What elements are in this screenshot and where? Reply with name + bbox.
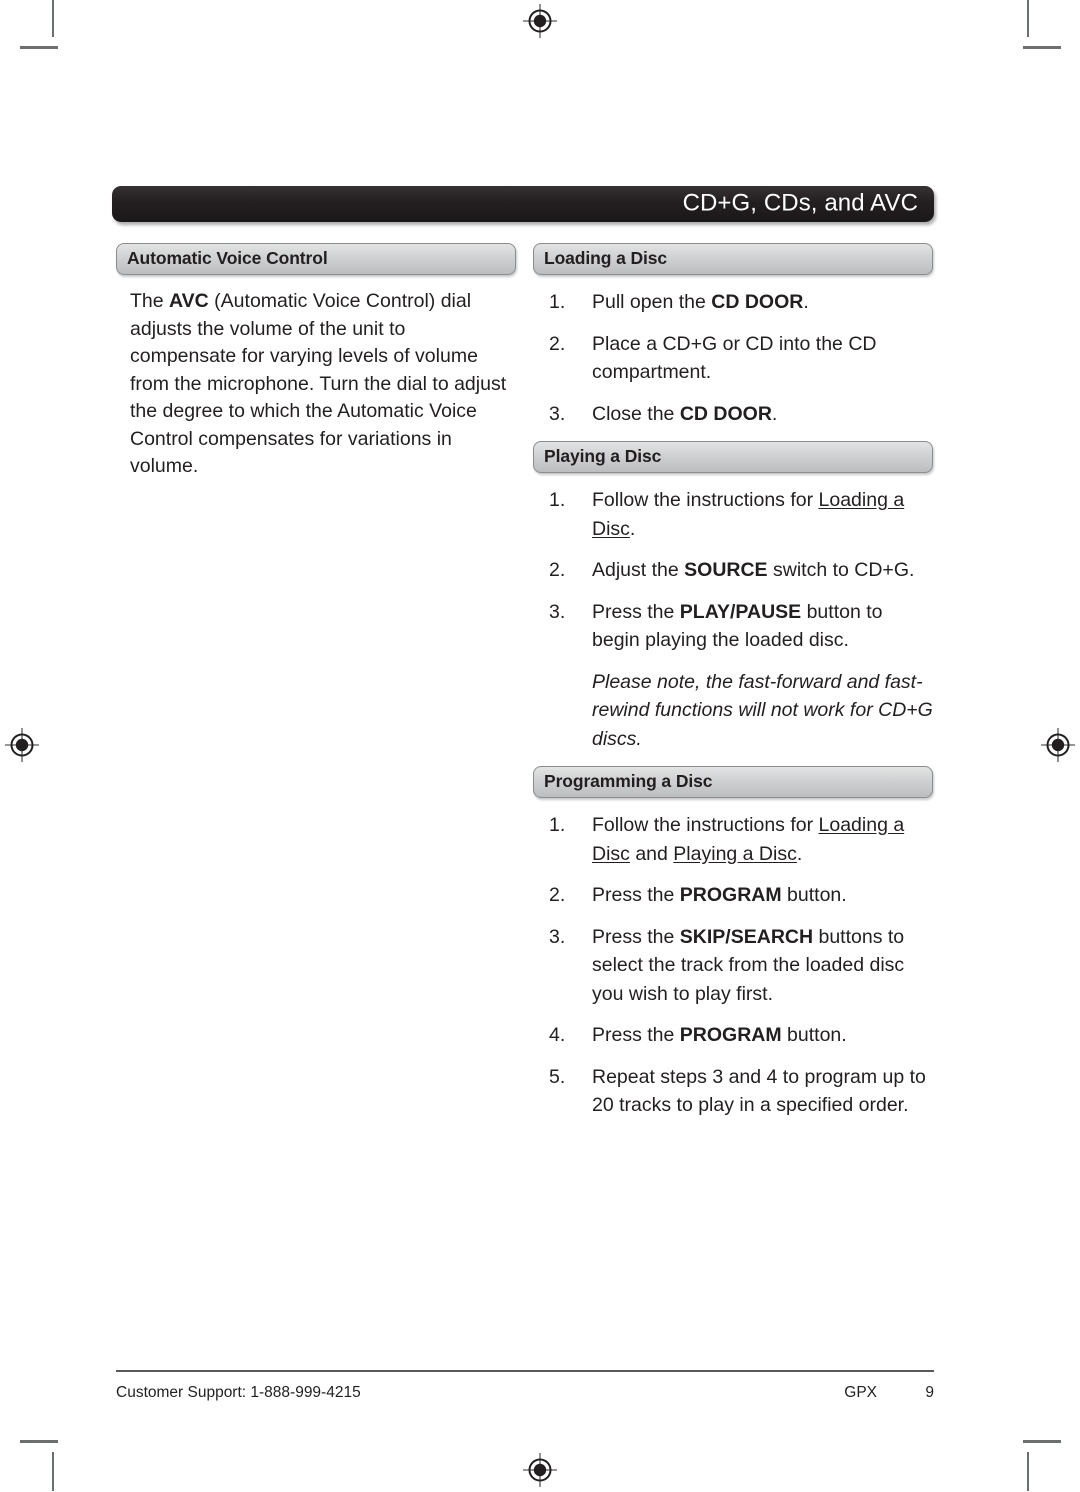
crop-mark-bottom-left-vertical bbox=[52, 1452, 54, 1491]
paragraph-automatic-voice-control: The AVC (Automatic Voice Control) dial a… bbox=[130, 290, 507, 477]
step-number: 3. bbox=[549, 925, 566, 948]
list-item: 1. Follow the instructions for Loading a… bbox=[533, 486, 933, 543]
step-number: 2. bbox=[549, 884, 566, 906]
section-header-label: Playing a Disc bbox=[544, 445, 662, 466]
list-item: 3. Press the PLAY/PAUSE button to begin … bbox=[533, 598, 933, 655]
list-item: 1. Follow the instructions for Loading a… bbox=[533, 811, 933, 868]
left-column: Automatic Voice Control The AVC (Automat… bbox=[116, 243, 516, 491]
footer-rule bbox=[116, 1370, 934, 1372]
crop-mark-top-left-horizontal bbox=[20, 46, 58, 49]
registration-mark-top-center bbox=[523, 4, 557, 38]
step-number: 4. bbox=[549, 1024, 566, 1046]
crop-mark-bottom-right-vertical bbox=[1027, 1452, 1029, 1491]
list-item: 5. Repeat steps 3 and 4 to program up to… bbox=[533, 1063, 933, 1120]
step-text: Follow the instructions for Loading a Di… bbox=[592, 814, 905, 865]
brand-label: GPX bbox=[844, 1384, 877, 1401]
registration-mark-right-middle bbox=[1041, 728, 1075, 762]
crop-mark-top-right-horizontal bbox=[1023, 46, 1061, 49]
registration-mark-bottom-center bbox=[523, 1453, 557, 1487]
crop-mark-bottom-left-horizontal bbox=[20, 1440, 58, 1443]
step-number: 5. bbox=[549, 1065, 566, 1088]
step-number: 1. bbox=[549, 489, 566, 511]
crop-mark-top-left-vertical bbox=[52, 0, 54, 37]
list-item: 4. Press the PROGRAM button. bbox=[533, 1021, 933, 1050]
list-item: 3. Close the CD DOOR. bbox=[533, 400, 933, 429]
step-list-loading-a-disc: 1. Pull open the CD DOOR. 2. Place a CD+… bbox=[533, 288, 933, 428]
section-header-label: Loading a Disc bbox=[544, 247, 668, 268]
step-text: Repeat steps 3 and 4 to program up to 20… bbox=[592, 1065, 926, 1117]
section-header-label: Automatic Voice Control bbox=[127, 247, 328, 268]
list-item: 1. Pull open the CD DOOR. bbox=[533, 288, 933, 317]
list-item: 2. Adjust the SOURCE switch to CD+G. bbox=[533, 556, 933, 585]
customer-support-text: Customer Support: 1-888-999-4215 bbox=[116, 1384, 361, 1401]
list-item: 3. Press the SKIP/SEARCH buttons to sele… bbox=[533, 923, 933, 1009]
list-item: 2. Place a CD+G or CD into the CD compar… bbox=[533, 330, 933, 387]
note-playing-a-disc: Please note, the fast-forward and fast-r… bbox=[592, 670, 933, 750]
section-header-programming-a-disc: Programming a Disc bbox=[533, 766, 933, 798]
step-list-programming-a-disc: 1. Follow the instructions for Loading a… bbox=[533, 811, 933, 1120]
list-item: 2. Press the PROGRAM button. bbox=[533, 881, 933, 910]
step-text: Place a CD+G or CD into the CD compartme… bbox=[592, 332, 877, 384]
section-header-loading-a-disc: Loading a Disc bbox=[533, 243, 933, 275]
step-list-playing-a-disc: 1. Follow the instructions for Loading a… bbox=[533, 486, 933, 655]
registration-mark-left-middle bbox=[5, 728, 39, 762]
step-number: 3. bbox=[549, 600, 566, 623]
step-text: Press the SKIP/SEARCH buttons to select … bbox=[592, 925, 905, 1005]
section-header-automatic-voice-control: Automatic Voice Control bbox=[116, 243, 516, 275]
right-column: Loading a Disc 1. Pull open the CD DOOR.… bbox=[533, 243, 933, 1133]
step-number: 3. bbox=[549, 402, 566, 425]
page-number: 9 bbox=[925, 1384, 934, 1401]
section-header-playing-a-disc: Playing a Disc bbox=[533, 441, 933, 473]
step-number: 1. bbox=[549, 814, 566, 836]
step-number: 1. bbox=[549, 291, 566, 313]
page-footer: Customer Support: 1-888-999-4215 GPX 9 bbox=[116, 1384, 934, 1408]
running-head-bar: CD+G, CDs, and AVC bbox=[112, 186, 934, 222]
document-page: CD+G, CDs, and AVC Automatic Voice Contr… bbox=[0, 0, 1080, 1491]
running-head-title: CD+G, CDs, and AVC bbox=[682, 189, 918, 217]
crop-mark-top-right-vertical bbox=[1027, 0, 1029, 37]
step-text: Pull open the CD DOOR. bbox=[592, 291, 809, 313]
step-text: Follow the instructions for Loading a Di… bbox=[592, 489, 905, 540]
crop-mark-bottom-right-horizontal bbox=[1023, 1440, 1061, 1443]
step-text: Press the PROGRAM button. bbox=[592, 884, 847, 906]
section-header-label: Programming a Disc bbox=[544, 770, 713, 791]
step-text: Close the CD DOOR. bbox=[592, 402, 778, 425]
step-text: Adjust the SOURCE switch to CD+G. bbox=[592, 559, 915, 581]
step-text: Press the PROGRAM button. bbox=[592, 1024, 847, 1046]
step-number: 2. bbox=[549, 332, 566, 355]
step-number: 2. bbox=[549, 559, 566, 581]
step-text: Press the PLAY/PAUSE button to begin pla… bbox=[592, 600, 883, 652]
